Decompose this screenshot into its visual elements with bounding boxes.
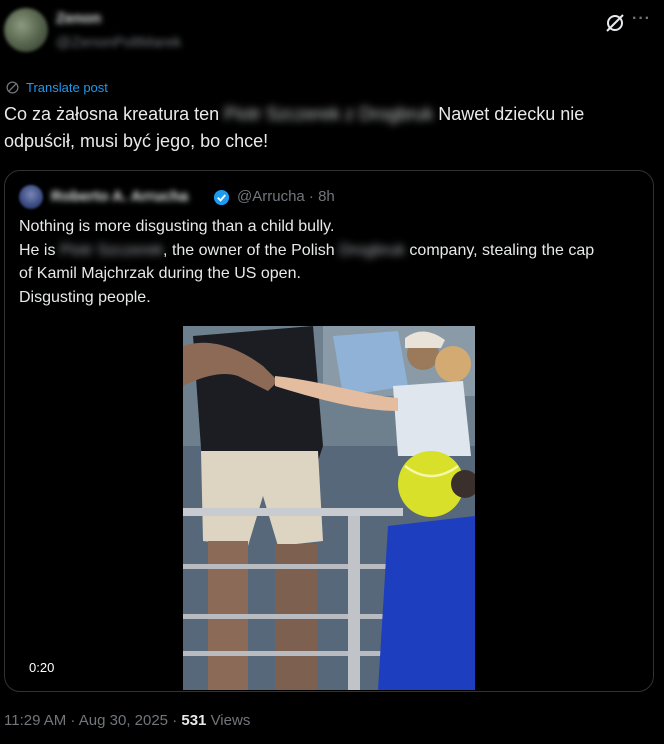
author-name[interactable]: Zenon xyxy=(56,10,101,27)
views-count: 531 xyxy=(181,712,207,729)
quote-text: Nothing is more disgusting than a child … xyxy=(19,215,645,309)
more-options-icon[interactable]: ··· xyxy=(632,10,651,28)
blurred-owner-name: Piotr Szczerek xyxy=(59,241,164,259)
quote-line-4: Disgusting people. xyxy=(19,288,151,306)
post-text: Co za żałosna kreatura ten Piotr Szczere… xyxy=(4,101,660,155)
quote-line-3: of Kamil Majchrzak during the US open. xyxy=(19,265,301,282)
post-text-start: Co za żałosna kreatura ten xyxy=(4,104,225,124)
blurred-company-name: Drogbruk xyxy=(339,241,405,259)
quote-line-2: He is Piotr Szczerek, the owner of the P… xyxy=(19,239,645,263)
quote-author-name[interactable]: Roberto A. Arrucha xyxy=(51,188,188,205)
views-label: Views xyxy=(206,712,251,729)
author-handle[interactable]: @ZenonPoltMarek xyxy=(56,34,181,51)
post-header: Zenon @ZenonPoltMarek ··· xyxy=(0,0,664,66)
video-frame xyxy=(183,326,475,690)
grok-slash-icon[interactable] xyxy=(604,12,626,34)
blurred-name: Piotr Szczerek z Drogbruk xyxy=(224,104,434,124)
post-footer: 11:29 AM · Aug 30, 2025 · 531 Views xyxy=(4,712,250,729)
verified-badge-icon xyxy=(213,189,230,206)
quote-line-1: Nothing is more disgusting than a child … xyxy=(19,218,335,235)
post-date[interactable]: Aug 30, 2025 xyxy=(79,712,168,729)
quote-meta: @Arrucha · 8h xyxy=(237,188,335,205)
meta-separator: · xyxy=(308,188,314,205)
post-time[interactable]: 11:29 AM xyxy=(4,712,66,729)
video-player[interactable] xyxy=(183,326,475,690)
quote-line-2-b: , the owner of the Polish xyxy=(163,241,340,259)
globe-icon xyxy=(6,80,19,94)
quote-handle[interactable]: @Arrucha xyxy=(237,188,305,205)
quote-author-avatar[interactable] xyxy=(19,185,43,209)
quote-line-2-a: He is xyxy=(19,241,60,259)
quote-time[interactable]: 8h xyxy=(318,188,335,205)
author-avatar[interactable] xyxy=(4,8,48,52)
translate-label: Translate post xyxy=(26,79,108,95)
footer-separator: · xyxy=(66,712,79,729)
quoted-post[interactable]: Roberto A. Arrucha @Arrucha · 8h Nothing… xyxy=(4,170,654,692)
video-duration: 0:20 xyxy=(27,659,57,676)
footer-separator-2: · xyxy=(168,712,182,729)
translate-post-link[interactable]: Translate post xyxy=(6,78,108,96)
quote-line-2-c: company, stealing the cap xyxy=(404,241,595,259)
